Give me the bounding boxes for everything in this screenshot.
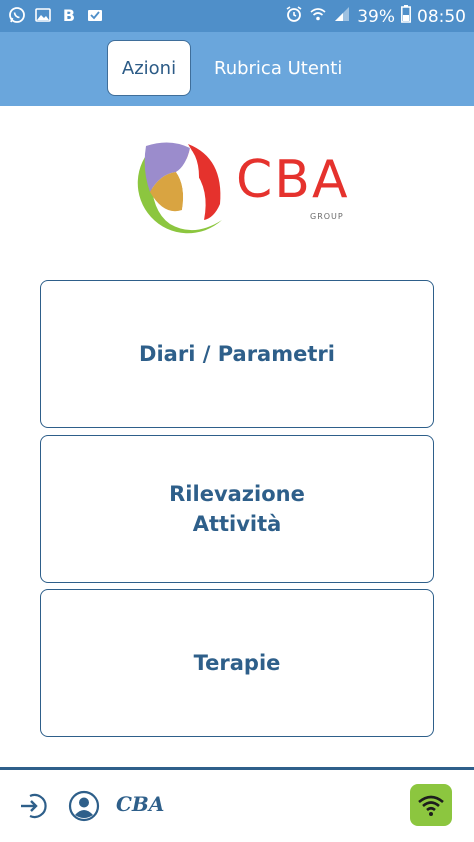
diari-parametri-button[interactable]: Diari / Parametri xyxy=(40,280,434,428)
status-notifications: B xyxy=(8,5,104,25)
whatsapp-icon xyxy=(8,6,26,24)
logo-subtext: GROUP xyxy=(310,212,344,221)
tab-bar: Azioni Rubrica Utenti xyxy=(0,32,474,106)
bottom-bar: CBA xyxy=(0,770,474,842)
clock: 08:50 xyxy=(417,6,466,27)
tab-rubrica-utenti[interactable]: Rubrica Utenti xyxy=(214,40,342,96)
signal-icon xyxy=(333,5,351,28)
battery-icon xyxy=(401,5,411,28)
status-system: 39% 08:50 xyxy=(285,5,466,28)
cba-logo: CBA GROUP xyxy=(124,140,354,244)
battery-percent: 39% xyxy=(357,6,395,27)
status-bar: B 39% 08:50 xyxy=(0,0,474,32)
cba-brand-icon: CBA xyxy=(116,792,165,816)
logout-icon[interactable] xyxy=(18,790,50,822)
wifi-button[interactable] xyxy=(410,784,452,826)
wifi-icon xyxy=(418,795,444,816)
terapie-button[interactable]: Terapie xyxy=(40,589,434,737)
user-icon[interactable] xyxy=(68,790,100,822)
alarm-icon xyxy=(285,5,303,28)
mail-check-icon xyxy=(86,6,104,24)
screen: B 39% 08:50 Azioni Rubrica Utenti CBA GR… xyxy=(0,0,474,842)
cba-logo-mark xyxy=(137,142,222,234)
tab-azioni[interactable]: Azioni xyxy=(107,40,191,96)
gallery-icon xyxy=(34,6,52,24)
b-icon: B xyxy=(62,5,76,25)
rilevazione-attivita-button[interactable]: Rilevazione Attività xyxy=(40,435,434,583)
wifi-status-icon xyxy=(309,5,327,28)
logo-text: CBA xyxy=(236,150,350,210)
